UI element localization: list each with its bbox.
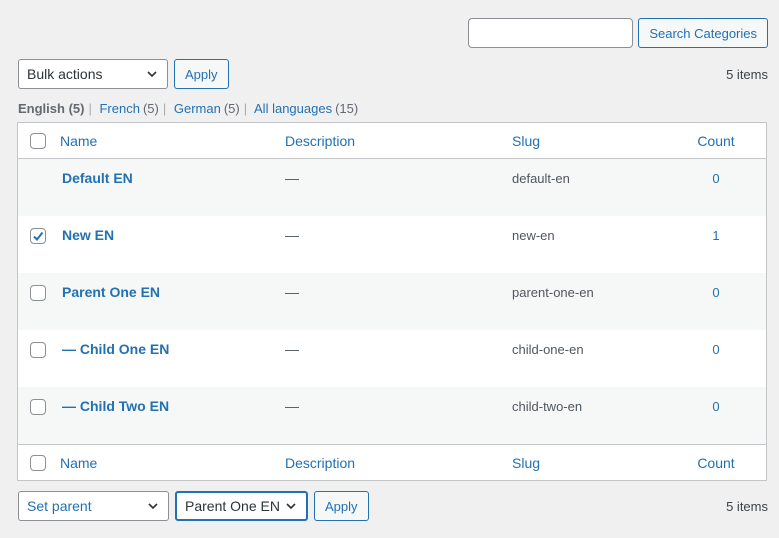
table-row: — Child Two EN — child-two-en 0 bbox=[18, 387, 766, 444]
term-count-link[interactable]: 0 bbox=[712, 285, 719, 300]
items-count-top: 5 items bbox=[726, 66, 768, 82]
filter-french-count: (5) bbox=[142, 101, 159, 116]
chevron-down-icon bbox=[148, 503, 158, 510]
filter-all-languages[interactable]: All languages bbox=[254, 101, 332, 116]
filter-all-languages-count: (15) bbox=[335, 101, 359, 116]
checkmark-icon bbox=[33, 231, 44, 242]
term-slug: default-en bbox=[512, 171, 570, 186]
filter-english[interactable]: English (5) bbox=[18, 101, 84, 116]
tablenav-bottom: Set parent Parent One EN Apply 5 items bbox=[18, 491, 768, 521]
separator: | bbox=[162, 101, 167, 116]
parent-select[interactable]: Parent One EN bbox=[175, 491, 308, 521]
separator: | bbox=[88, 101, 92, 116]
bulk-actions-selected: Bulk actions bbox=[27, 66, 103, 82]
term-name-link[interactable]: — Child One EN bbox=[62, 341, 169, 357]
search-categories-button[interactable]: Search Categories bbox=[638, 18, 768, 48]
table-row: — Child One EN — child-one-en 0 bbox=[18, 330, 766, 387]
table-header: Name Description Slug Count bbox=[18, 123, 766, 159]
column-slug[interactable]: Slug bbox=[512, 133, 540, 149]
row-checkbox[interactable] bbox=[30, 399, 46, 415]
select-all-checkbox[interactable] bbox=[30, 132, 46, 149]
term-count-link[interactable]: 0 bbox=[712, 171, 719, 186]
bulk-apply-button-bottom[interactable]: Apply bbox=[314, 491, 369, 521]
separator: | bbox=[243, 101, 248, 116]
filter-german[interactable]: German bbox=[174, 101, 221, 116]
chevron-down-icon bbox=[147, 71, 157, 78]
term-slug: child-two-en bbox=[512, 399, 583, 414]
filter-german-count: (5) bbox=[223, 101, 240, 116]
row-checkbox-checked[interactable] bbox=[30, 228, 46, 244]
term-slug: child-one-en bbox=[512, 342, 584, 357]
term-description: — bbox=[285, 341, 299, 357]
table-row: Parent One EN — parent-one-en 0 bbox=[18, 273, 766, 330]
bulk-actions-select[interactable]: Bulk actions bbox=[18, 59, 168, 89]
column-description-footer[interactable]: Description bbox=[285, 455, 355, 471]
term-name-link[interactable]: — Child Two EN bbox=[62, 398, 169, 414]
term-count-link[interactable]: 0 bbox=[712, 399, 719, 414]
filter-french[interactable]: French bbox=[99, 101, 139, 116]
term-count-link[interactable]: 1 bbox=[712, 228, 719, 243]
row-checkbox[interactable] bbox=[30, 285, 46, 301]
search-input[interactable] bbox=[468, 18, 634, 48]
row-checkbox[interactable] bbox=[30, 342, 46, 358]
categories-table: Name Description Slug Count Default EN —… bbox=[17, 122, 767, 481]
table-row: New EN — new-en 1 bbox=[18, 216, 766, 273]
column-slug-footer[interactable]: Slug bbox=[512, 455, 540, 471]
term-slug: new-en bbox=[512, 228, 555, 243]
chevron-down-icon bbox=[286, 503, 296, 510]
tablenav-top: Bulk actions Apply 5 items bbox=[18, 59, 768, 89]
term-count-link[interactable]: 0 bbox=[712, 342, 719, 357]
term-name-link[interactable]: Parent One EN bbox=[62, 284, 160, 300]
table-row: Default EN — default-en 0 bbox=[18, 159, 766, 216]
bulk-actions-selected-bottom: Set parent bbox=[27, 498, 92, 514]
table-footer: Name Description Slug Count bbox=[18, 444, 766, 480]
parent-selected: Parent One EN bbox=[185, 498, 280, 514]
column-name-footer[interactable]: Name bbox=[60, 455, 97, 471]
items-count-bottom: 5 items bbox=[726, 498, 768, 514]
bulk-apply-button-top[interactable]: Apply bbox=[174, 59, 229, 89]
term-description: — bbox=[285, 227, 299, 243]
term-name-link[interactable]: Default EN bbox=[62, 170, 133, 186]
column-count[interactable]: Count bbox=[697, 133, 734, 149]
select-all-checkbox-bottom[interactable] bbox=[30, 454, 46, 471]
term-description: — bbox=[285, 398, 299, 414]
term-description: — bbox=[285, 284, 299, 300]
search-box: Search Categories bbox=[468, 18, 768, 48]
term-name-link[interactable]: New EN bbox=[62, 227, 114, 243]
column-name[interactable]: Name bbox=[60, 133, 97, 149]
column-count-footer[interactable]: Count bbox=[697, 455, 734, 471]
bulk-actions-select-bottom[interactable]: Set parent bbox=[18, 491, 169, 521]
language-filter: English (5) | French (5) | German (5) | All l… bbox=[18, 101, 358, 116]
column-description[interactable]: Description bbox=[285, 133, 355, 149]
term-description: — bbox=[285, 170, 299, 186]
term-slug: parent-one-en bbox=[512, 285, 594, 300]
